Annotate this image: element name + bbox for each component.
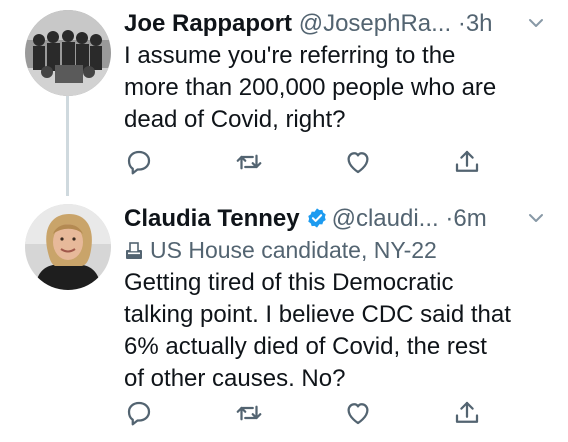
like-button[interactable] — [343, 398, 373, 428]
retweet-icon — [236, 405, 262, 421]
timestamp[interactable]: 6m — [453, 205, 486, 232]
timestamp[interactable]: 3h — [466, 10, 493, 37]
ballot-box-icon — [126, 242, 142, 259]
account-label-text: US House candidate, NY-22 — [150, 237, 437, 263]
separator-dot: · — [457, 10, 466, 37]
chevron-down-icon[interactable] — [528, 213, 544, 223]
portrait-avatar — [25, 204, 111, 290]
share-icon — [455, 401, 479, 423]
tweet-joe-rappaport[interactable]: Joe Rappaport @JosephRa... ·3h I assume … — [0, 0, 568, 196]
retweet-button[interactable] — [234, 398, 264, 428]
account-label: US House candidate, NY-22 — [124, 234, 437, 266]
author-name[interactable]: Joe Rappaport — [124, 10, 292, 37]
reply-icon — [127, 401, 151, 426]
verified-badge-icon — [307, 208, 326, 228]
tweet-actions — [124, 398, 534, 428]
retweet-icon — [236, 154, 262, 170]
share-button[interactable] — [452, 398, 482, 428]
tweet-header: Claudia Tenney @claudi... ·6m — [124, 202, 487, 236]
tweet-claudia-tenney[interactable]: Claudia Tenney @claudi... ·6m US House c… — [0, 195, 568, 442]
tweet-header: Joe Rappaport @JosephRa... ·3h — [124, 7, 493, 41]
reply-button[interactable] — [124, 147, 154, 177]
author-handle[interactable]: @JosephRa... — [299, 10, 451, 37]
avatar[interactable] — [25, 204, 111, 290]
avatar[interactable] — [25, 10, 111, 96]
chevron-down-icon[interactable] — [528, 18, 544, 28]
thread-connector — [66, 96, 69, 196]
group-photo-avatar — [25, 10, 111, 96]
share-icon — [455, 150, 479, 172]
tweet-text: Getting tired of this Democratic talking… — [124, 269, 511, 392]
reply-icon — [127, 150, 151, 175]
like-button[interactable] — [343, 147, 373, 177]
reply-button[interactable] — [124, 398, 154, 428]
retweet-button[interactable] — [234, 147, 264, 177]
author-name[interactable]: Claudia Tenney — [124, 205, 300, 232]
like-icon — [347, 152, 369, 174]
tweet-text: I assume you're referring to the more th… — [124, 42, 497, 133]
share-button[interactable] — [452, 147, 482, 177]
tweet-actions — [124, 147, 534, 177]
like-icon — [347, 403, 369, 425]
author-handle[interactable]: @claudi... — [332, 205, 439, 232]
